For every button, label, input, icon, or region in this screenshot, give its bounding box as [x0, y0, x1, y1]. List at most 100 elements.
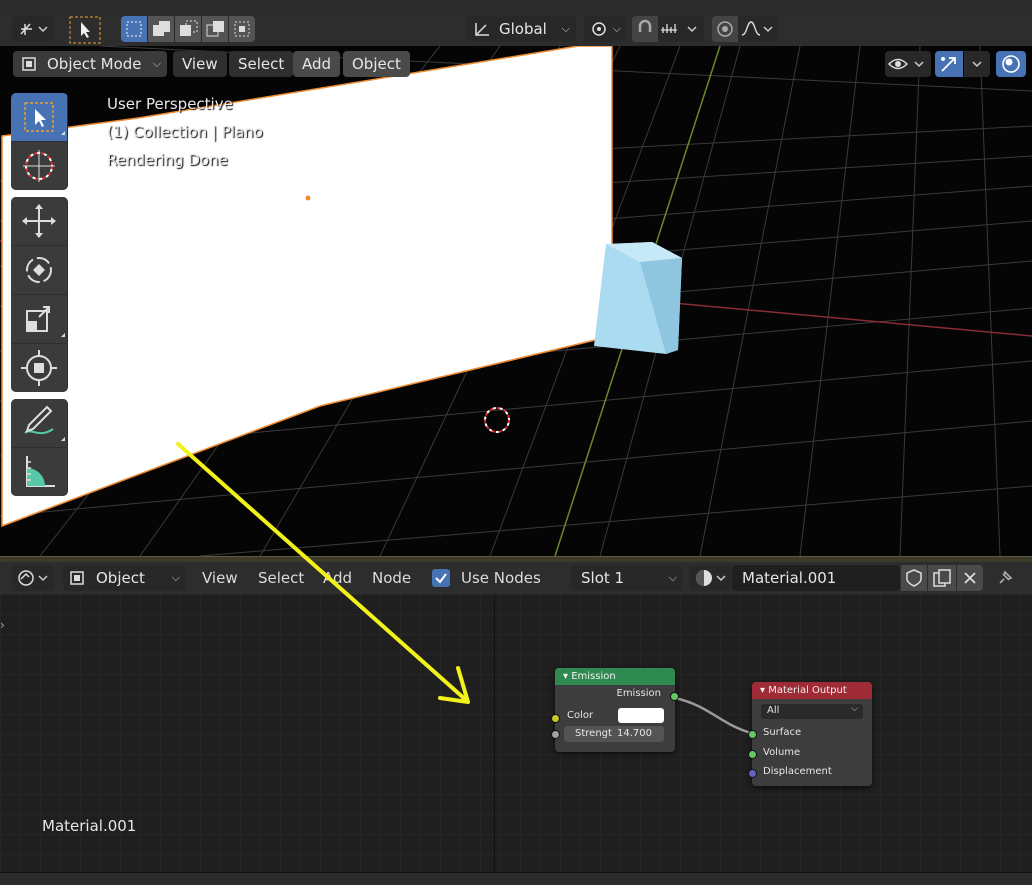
strength-field[interactable]: Strengt 14.700: [564, 726, 664, 742]
output-target-label: All: [767, 705, 780, 716]
mode-label: Object Mode: [47, 55, 142, 73]
material-output-title: Material Output: [768, 685, 847, 696]
chevron-down-icon: ⌵: [668, 571, 677, 584]
tool-move-icon[interactable]: [11, 197, 67, 245]
strength-label: Strengt: [575, 728, 612, 739]
color-input-socket[interactable]: [551, 714, 560, 723]
emission-node-header[interactable]: ▾ Emission: [555, 668, 675, 685]
slot-label: Slot 1: [581, 569, 625, 587]
perspective-label: User Perspective: [107, 95, 233, 113]
emission-output-socket[interactable]: [670, 692, 679, 701]
mode-intersect-button[interactable]: [229, 16, 255, 42]
collection-label: (1) Collection | Plano: [107, 123, 263, 141]
strength-input-socket[interactable]: [551, 730, 560, 739]
color-input-label: Color: [567, 710, 594, 721]
shader-editor-icon: [18, 570, 48, 586]
viewport-menu-select[interactable]: Select: [229, 51, 294, 77]
collapse-arrow-icon[interactable]: ▾: [563, 671, 568, 682]
node-menu-view[interactable]: View: [202, 566, 238, 590]
use-nodes-label: Use Nodes: [461, 569, 541, 587]
snap-element-dropdown[interactable]: [659, 16, 704, 42]
viewport-menu-view[interactable]: View: [173, 51, 227, 77]
selection-mode-group: [121, 16, 255, 42]
unlink-material-close-icon[interactable]: [957, 565, 983, 591]
slot-dropdown[interactable]: Slot 1 ⌵: [571, 565, 683, 591]
toolbar-group-annotate: [11, 399, 68, 496]
shader-type-dropdown[interactable]: Object ⌵: [63, 565, 186, 591]
falloff-dropdown[interactable]: [739, 16, 778, 42]
object-mode-dropdown[interactable]: Object Mode ⌵: [13, 51, 167, 77]
viewport-tool-settings-bar: Global ⌵ ⌵: [0, 10, 1032, 47]
tool-select-box-icon[interactable]: [11, 93, 67, 141]
select-tool-icon[interactable]: [69, 16, 101, 44]
use-nodes-checkbox[interactable]: [432, 569, 450, 587]
transform-orientation-dropdown[interactable]: Global ⌵: [466, 16, 576, 42]
transform-pivot-dropdown[interactable]: [12, 16, 54, 42]
node-editor-canvas[interactable]: › ▾ Emission Emission Color Strengt 14.7…: [0, 594, 1032, 872]
mode-set-button[interactable]: [121, 16, 147, 42]
visibility-dropdown[interactable]: [885, 51, 931, 77]
proportional-edit-toggle-icon[interactable]: [712, 16, 738, 42]
emission-node-title: Emission: [571, 671, 616, 682]
node-link-layer: [674, 696, 752, 735]
chevron-down-icon: ⌵: [612, 22, 621, 35]
tool-cursor-icon[interactable]: [11, 142, 67, 190]
checkmark-icon: [435, 573, 447, 584]
chevron-down-icon: ⌵: [851, 704, 858, 714]
orientation-label: Global: [499, 20, 547, 38]
snap-toggle-magnet-icon[interactable]: [632, 16, 658, 42]
strength-value: 14.700: [617, 728, 652, 739]
material-browse-dropdown[interactable]: [689, 565, 731, 591]
material-name-field[interactable]: Material.001: [732, 565, 900, 591]
object-mode-icon: [22, 57, 36, 71]
proportional-editing-group: [712, 16, 778, 42]
material-output-node[interactable]: ▾ Material Output All ⌵ Surface Volume D…: [748, 682, 872, 786]
surface-input-label: Surface: [763, 727, 802, 738]
pivot-icon: [20, 23, 48, 35]
tool-rotate-icon[interactable]: [11, 246, 67, 294]
node-menu-add[interactable]: Add: [323, 566, 352, 590]
mode-subtract-button[interactable]: [175, 16, 201, 42]
mode-difference-button[interactable]: [202, 16, 228, 42]
plane-object: [1, 46, 613, 528]
duplicate-material-icon[interactable]: [928, 565, 956, 591]
overlays-toggle-icon[interactable]: [996, 51, 1026, 77]
fake-user-shield-icon[interactable]: [901, 565, 927, 591]
toolbar-group-transform: [11, 197, 68, 392]
3d-viewport[interactable]: Object Mode ⌵ View Select Add Object Use…: [0, 46, 1032, 556]
displacement-input-label: Displacement: [763, 766, 832, 777]
chevron-down-icon: ⌵: [171, 571, 180, 584]
material-output-header[interactable]: ▾ Material Output: [752, 682, 872, 699]
output-target-dropdown[interactable]: All ⌵: [761, 704, 863, 719]
surface-input-socket[interactable]: [748, 730, 757, 739]
tool-measure-icon[interactable]: [11, 448, 67, 496]
volume-input-label: Volume: [763, 747, 801, 758]
gizmo-toggle-icon[interactable]: [935, 51, 963, 77]
editor-type-dropdown[interactable]: [12, 565, 54, 591]
pivot-point-icon: [592, 22, 606, 36]
tool-transform-icon[interactable]: [11, 344, 67, 392]
node-menu-node[interactable]: Node: [372, 566, 411, 590]
color-swatch[interactable]: [618, 708, 664, 723]
orientation-icon: [475, 23, 489, 36]
shader-type-label: Object: [96, 569, 145, 587]
object-icon: [70, 571, 84, 585]
mode-extend-button[interactable]: [148, 16, 174, 42]
collapse-arrow-icon[interactable]: ▾: [760, 685, 765, 696]
gizmo-dropdown[interactable]: [964, 51, 990, 77]
pin-icon[interactable]: [992, 565, 1018, 591]
viewport-menu-object[interactable]: Object: [343, 51, 410, 77]
material-sphere-icon: [696, 570, 726, 586]
tool-scale-icon[interactable]: [11, 295, 67, 343]
displacement-input-socket[interactable]: [748, 769, 757, 778]
toolbar-group-select: [11, 93, 68, 190]
tool-annotate-icon[interactable]: [11, 399, 67, 447]
snapping-group: [632, 16, 704, 42]
emission-node[interactable]: ▾ Emission Emission Color Strengt 14.700: [551, 668, 679, 752]
viewport-menu-add[interactable]: Add: [293, 51, 341, 77]
volume-input-socket[interactable]: [748, 750, 757, 759]
pivot-point-dropdown[interactable]: ⌵: [584, 16, 626, 42]
emission-to-surface-link: [674, 696, 752, 735]
render-status-label: Rendering Done: [107, 151, 228, 169]
node-menu-select[interactable]: Select: [258, 566, 304, 590]
